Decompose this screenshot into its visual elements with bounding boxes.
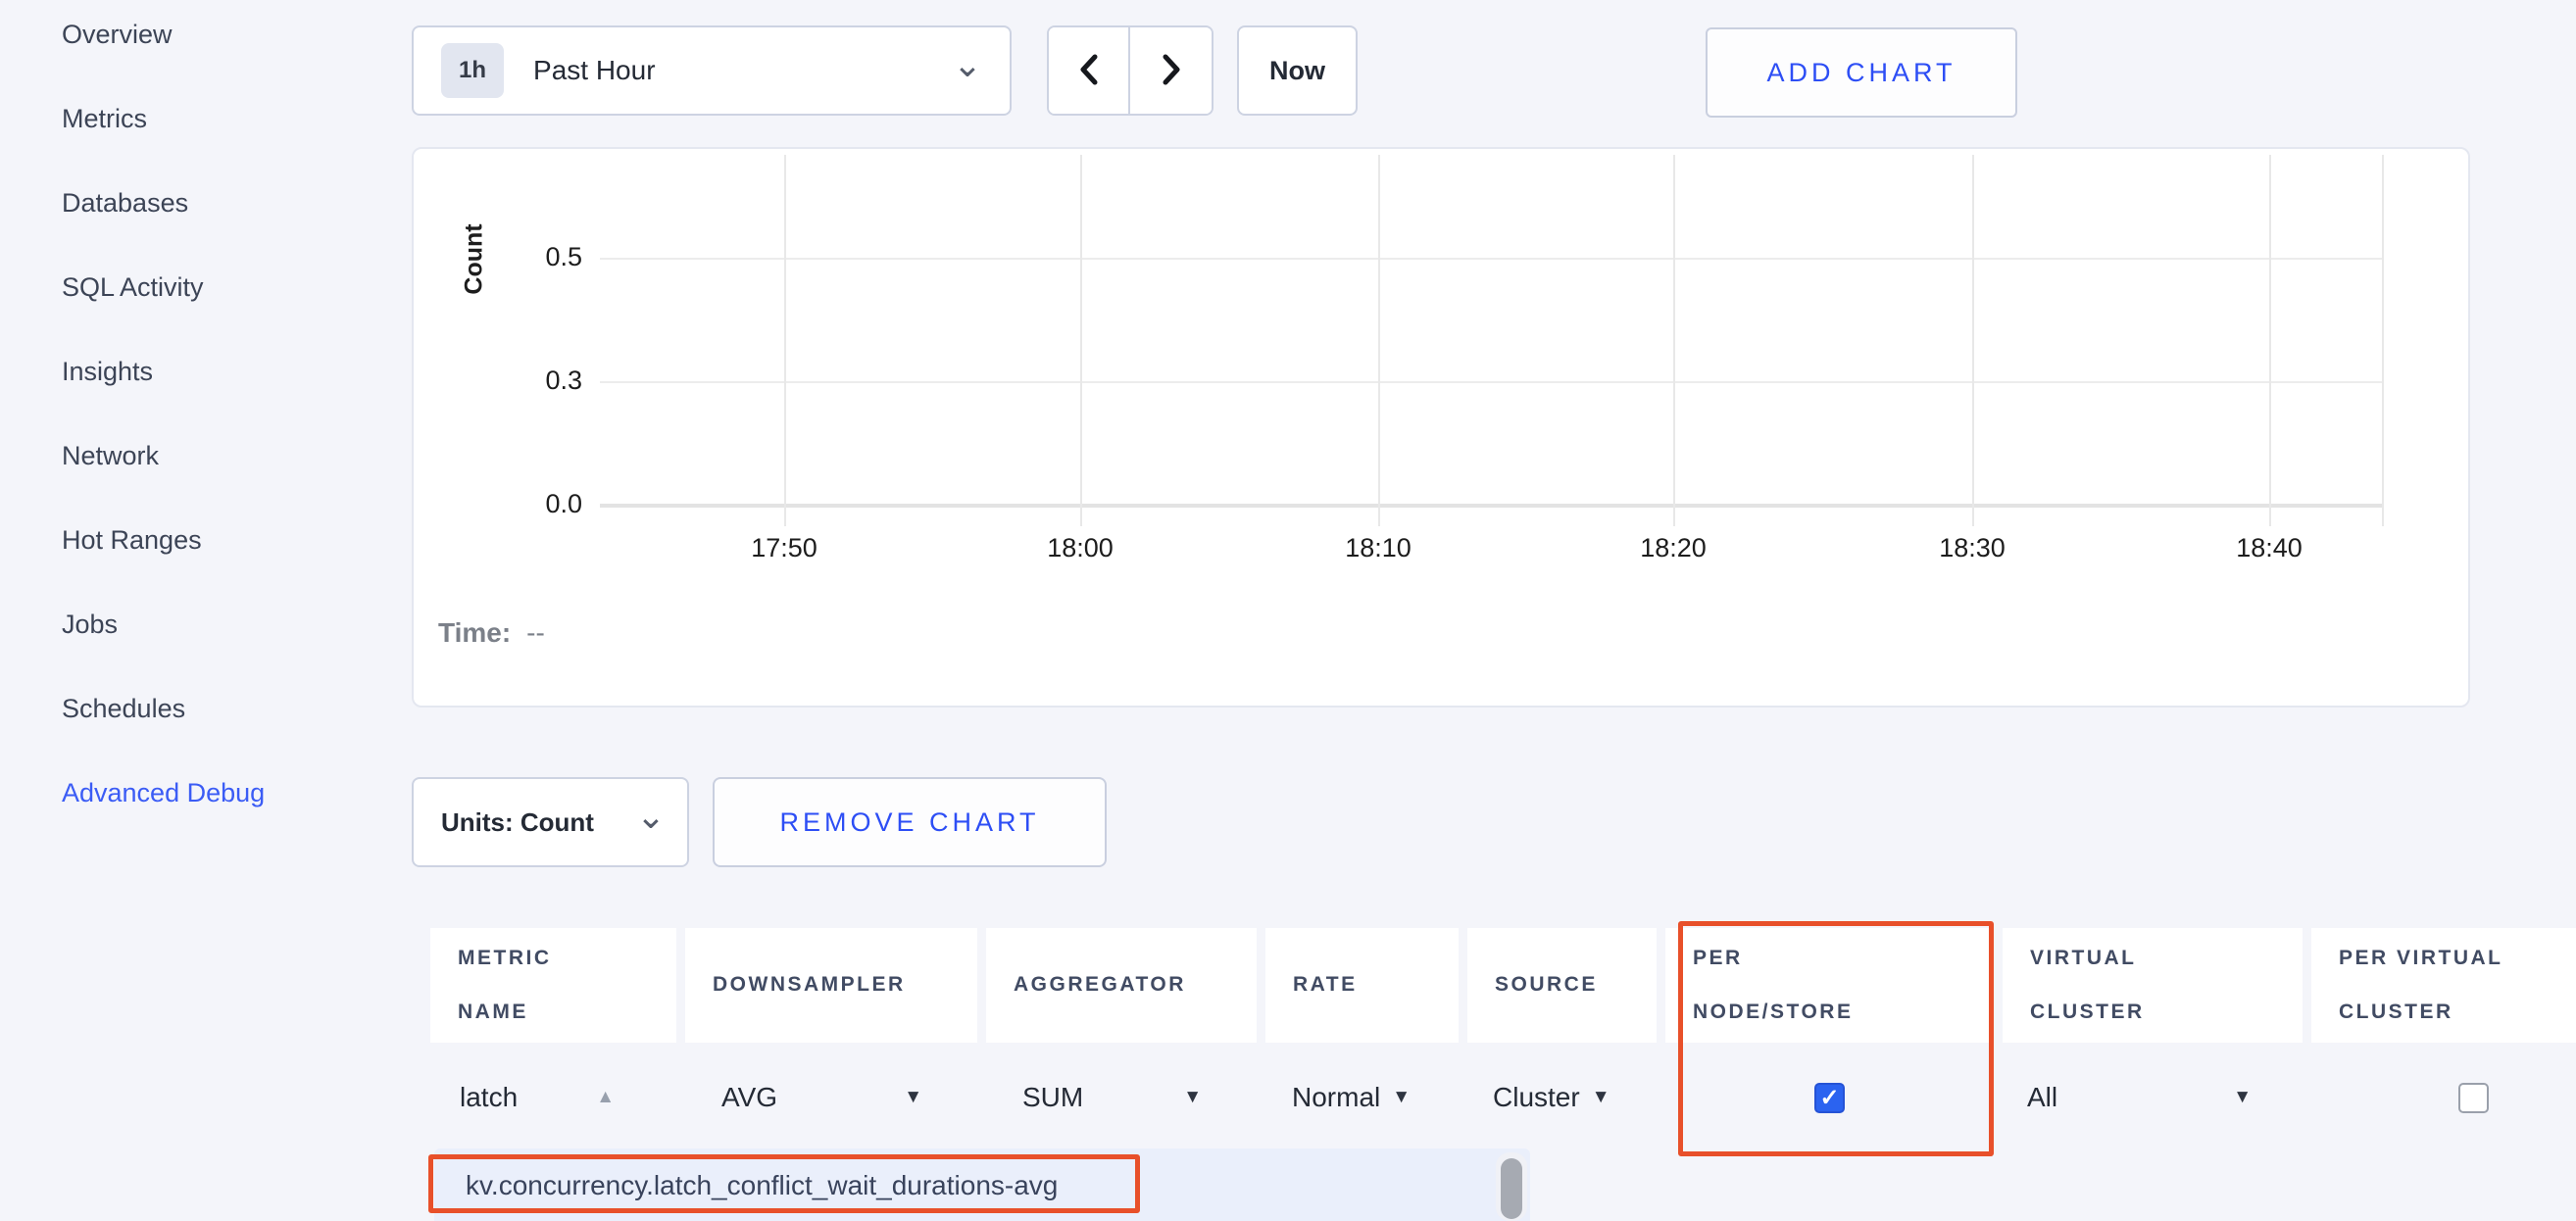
rate-value: Normal: [1292, 1082, 1380, 1113]
col-header-aggregator: AGGREGATOR: [986, 928, 1257, 1043]
x-tick-label: 18:40: [2201, 533, 2338, 563]
sidebar-item-jobs[interactable]: Jobs: [62, 582, 395, 666]
time-range-badge: 1h: [441, 43, 504, 98]
time-pager: [1047, 25, 1214, 116]
chevron-down-icon: ⌄: [953, 44, 982, 85]
caret-down-icon: ▼: [1183, 1087, 1202, 1108]
add-chart-button[interactable]: ADD CHART: [1706, 27, 2017, 118]
aggregator-value: SUM: [1022, 1082, 1083, 1113]
gridline: [784, 155, 786, 526]
metric-table-row: latch ▲ AVG ▼ SUM ▼ Normal ▼ Cluster ▼ ✓…: [430, 1043, 2576, 1152]
metric-name-value: latch: [460, 1082, 518, 1113]
per-virtual-cluster-cell: [2311, 1043, 2576, 1152]
y-tick-label: 0.3: [512, 366, 582, 396]
metric-table-header: METRIC NAME DOWNSAMPLER AGGREGATOR RATE …: [430, 928, 2576, 1043]
x-tick-label: 18:30: [1904, 533, 2041, 563]
remove-chart-button[interactable]: REMOVE CHART: [713, 777, 1107, 867]
virtual-cluster-select[interactable]: All ▼: [2003, 1043, 2303, 1152]
per-node-store-cell: ✓: [1665, 1043, 1994, 1152]
custom-chart-panel: Count 0.5 0.3 0.0 17:50 18:00 18:10 18:2…: [412, 147, 2470, 708]
y-axis-label: Count: [461, 162, 489, 358]
col-header-source: SOURCE: [1467, 928, 1657, 1043]
source-select[interactable]: Cluster ▼: [1467, 1043, 1657, 1152]
y-tick-label: 0.5: [512, 242, 582, 272]
metric-name-input[interactable]: latch ▲: [430, 1043, 676, 1152]
now-button[interactable]: Now: [1237, 25, 1358, 116]
caret-down-icon: ▼: [1592, 1087, 1610, 1108]
sidebar-item-advanced-debug[interactable]: Advanced Debug: [62, 751, 395, 835]
gridline: [600, 258, 2382, 260]
gridline: [2269, 155, 2271, 526]
next-range-button[interactable]: [1130, 27, 1212, 114]
sidebar-item-overview[interactable]: Overview: [62, 0, 395, 76]
col-header-per-virtual-cluster: PER VIRTUAL CLUSTER: [2311, 928, 2576, 1043]
units-label: Units: Count: [441, 807, 594, 838]
check-icon: ✓: [1819, 1084, 1839, 1112]
sidebar-item-schedules[interactable]: Schedules: [62, 666, 395, 751]
chevron-left-icon: [1076, 53, 1102, 89]
dropdown-scrollbar-thumb[interactable]: [1501, 1158, 1522, 1219]
col-header-rate: RATE: [1265, 928, 1459, 1043]
sidebar-item-databases[interactable]: Databases: [62, 161, 395, 245]
caret-down-icon: ▼: [904, 1087, 922, 1108]
downsampler-value: AVG: [721, 1082, 777, 1113]
gridline: [1972, 155, 1974, 526]
col-header-metric-name: METRIC NAME: [430, 928, 676, 1043]
per-node-store-checkbox[interactable]: ✓: [1814, 1083, 1845, 1113]
x-tick-label: 18:00: [1012, 533, 1149, 563]
gridline: [2382, 155, 2384, 526]
sidebar-item-metrics[interactable]: Metrics: [62, 76, 395, 161]
virtual-cluster-value: All: [2027, 1082, 2057, 1113]
col-header-per-node-store: PER NODE/STORE: [1665, 928, 1994, 1043]
x-tick-label: 17:50: [716, 533, 853, 563]
time-range-dropdown[interactable]: 1h Past Hour ⌄: [412, 25, 1012, 116]
chevron-down-icon: ⌄: [636, 796, 666, 837]
rate-select[interactable]: Normal ▼: [1265, 1043, 1459, 1152]
sidebar-nav: Overview Metrics Databases SQL Activity …: [62, 0, 395, 835]
hover-time-readout: Time: --: [438, 617, 545, 649]
downsampler-select[interactable]: AVG ▼: [685, 1043, 977, 1152]
sidebar-item-hot-ranges[interactable]: Hot Ranges: [62, 498, 395, 582]
y-tick-label: 0.0: [512, 489, 582, 519]
aggregator-select[interactable]: SUM ▼: [986, 1043, 1257, 1152]
metric-suggestion-dropdown: kv.concurrency.latch_conflict_wait_durat…: [434, 1148, 1530, 1221]
col-header-downsampler: DOWNSAMPLER: [685, 928, 977, 1043]
gridline: [1378, 155, 1380, 526]
x-tick-label: 18:20: [1605, 533, 1742, 563]
prev-range-button[interactable]: [1049, 27, 1130, 114]
x-tick-label: 18:10: [1310, 533, 1447, 563]
caret-up-icon: ▲: [596, 1087, 615, 1108]
source-value: Cluster: [1493, 1082, 1580, 1113]
gridline: [1080, 155, 1082, 526]
gridline: [600, 504, 2382, 508]
time-label: Time:: [438, 617, 511, 648]
col-header-virtual-cluster: VIRTUAL CLUSTER: [2003, 928, 2303, 1043]
gridline: [600, 381, 2382, 383]
time-value: --: [526, 617, 545, 648]
sidebar-item-sql-activity[interactable]: SQL Activity: [62, 245, 395, 329]
chevron-right-icon: [1159, 53, 1184, 89]
units-dropdown[interactable]: Units: Count ⌄: [412, 777, 689, 867]
metric-suggestion-item[interactable]: kv.concurrency.latch_conflict_wait_durat…: [466, 1170, 1058, 1201]
sidebar-item-network[interactable]: Network: [62, 414, 395, 498]
time-range-label: Past Hour: [533, 55, 953, 86]
caret-down-icon: ▼: [1392, 1087, 1411, 1108]
gridline: [1673, 155, 1675, 526]
caret-down-icon: ▼: [2233, 1087, 2252, 1108]
per-virtual-cluster-checkbox[interactable]: [2458, 1083, 2489, 1113]
sidebar-item-insights[interactable]: Insights: [62, 329, 395, 414]
